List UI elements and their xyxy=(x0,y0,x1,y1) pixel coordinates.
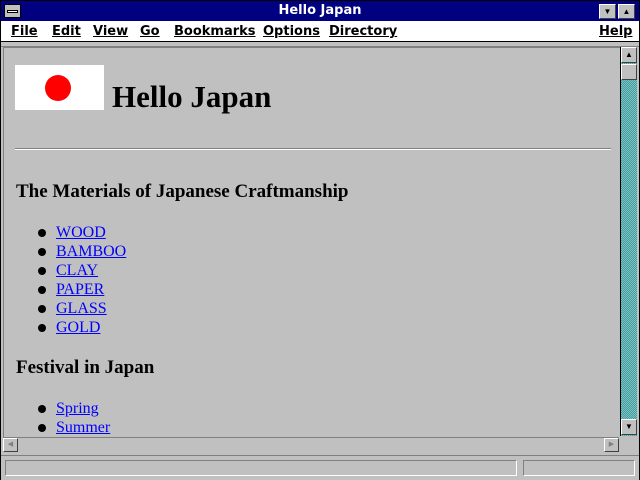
page-title: Hello Japan xyxy=(112,79,272,114)
bullet xyxy=(38,286,46,294)
bullet xyxy=(38,424,46,432)
link-wood[interactable]: WOOD xyxy=(56,224,106,242)
bullet xyxy=(38,324,46,332)
menu-bar: File Edit View Go Bookmarks Options Dire… xyxy=(1,21,639,42)
horizontal-scrollbar[interactable]: ◀ ▶ xyxy=(3,437,619,452)
horizontal-rule xyxy=(15,148,611,150)
vertical-scrollbar[interactable]: ▲ ▼ xyxy=(620,47,637,436)
menu-options[interactable]: Options xyxy=(263,24,320,39)
status-bar xyxy=(1,455,639,480)
link-clay[interactable]: CLAY xyxy=(56,262,98,280)
window-title: Hello Japan xyxy=(278,3,362,18)
arrow-down-icon[interactable]: ▼ xyxy=(621,419,637,435)
link-glass[interactable]: GLASS xyxy=(56,300,107,318)
link-gold[interactable]: GOLD xyxy=(56,319,100,337)
arrow-up-icon[interactable]: ▲ xyxy=(621,47,637,63)
link-paper[interactable]: PAPER xyxy=(56,281,104,299)
rising-sun-icon xyxy=(45,75,71,101)
progress-indicator xyxy=(523,460,635,476)
arrow-right-icon[interactable]: ▶ xyxy=(604,438,619,452)
link-spring[interactable]: Spring xyxy=(56,400,99,418)
scroll-thumb[interactable] xyxy=(621,64,637,80)
section-heading-festival: Festival in Japan xyxy=(16,357,155,378)
browser-window: Hello Japan ▼ ▲ File Edit View Go Bookma… xyxy=(0,0,640,480)
menu-view[interactable]: View xyxy=(93,24,128,39)
bullet xyxy=(38,229,46,237)
arrow-left-icon[interactable]: ◀ xyxy=(3,438,18,452)
section-heading-materials: The Materials of Japanese Craftmanship xyxy=(16,181,349,202)
menu-file[interactable]: File xyxy=(11,24,38,39)
japan-flag-image xyxy=(15,65,104,110)
menu-directory[interactable]: Directory xyxy=(329,24,397,39)
link-summer[interactable]: Summer xyxy=(56,419,110,437)
menu-edit[interactable]: Edit xyxy=(52,24,81,39)
link-bamboo[interactable]: BAMBOO xyxy=(56,243,126,261)
bullet xyxy=(38,405,46,413)
minimize-icon[interactable]: ▼ xyxy=(599,4,616,19)
page-content: Hello Japan The Materials of Japanese Cr… xyxy=(3,47,620,437)
scrollbar-corner xyxy=(620,437,637,452)
maximize-icon[interactable]: ▲ xyxy=(618,4,635,19)
bullet xyxy=(38,248,46,256)
menu-bookmarks[interactable]: Bookmarks xyxy=(174,24,256,39)
bullet xyxy=(38,305,46,313)
bullet xyxy=(38,267,46,275)
status-text-field xyxy=(5,460,517,476)
menu-go[interactable]: Go xyxy=(140,24,160,39)
menu-help[interactable]: Help xyxy=(599,24,632,39)
title-bar[interactable]: Hello Japan ▼ ▲ xyxy=(1,1,639,21)
